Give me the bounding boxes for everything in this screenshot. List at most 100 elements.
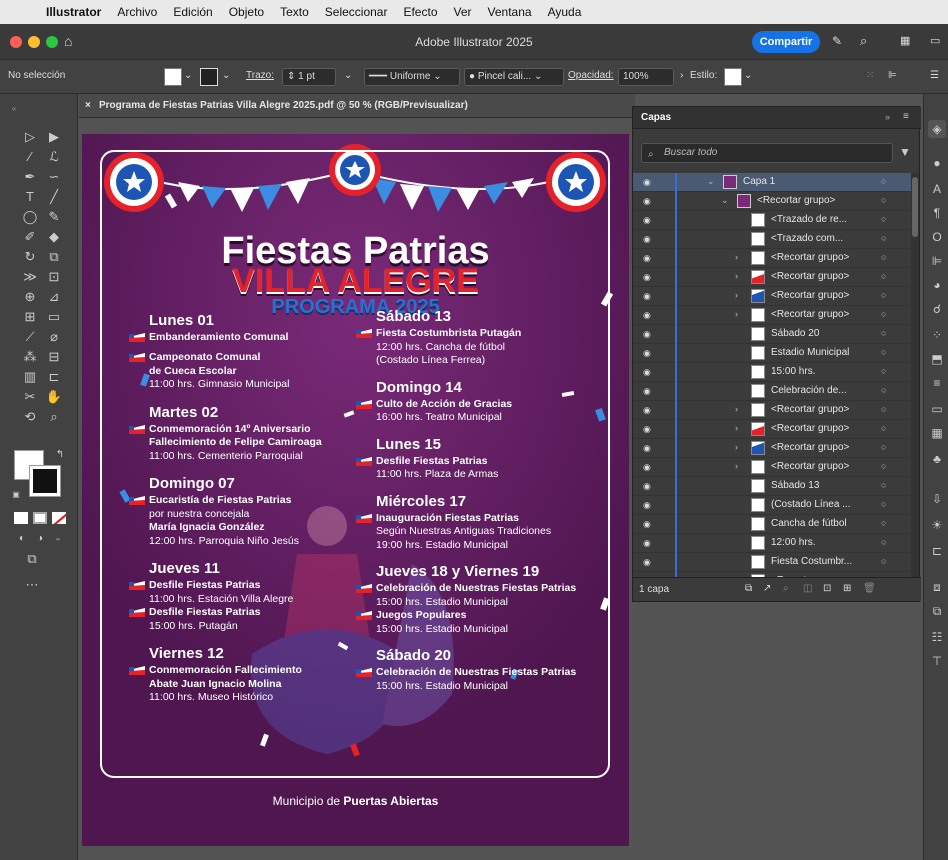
search-icon[interactable]: ⌕ bbox=[860, 33, 867, 49]
artboard-tool-icon[interactable]: ⊏ bbox=[44, 368, 64, 386]
layer-row[interactable]: ◉ › <Recortar grupo> ○ bbox=[633, 458, 911, 477]
width-tool-icon[interactable]: ≫ bbox=[20, 268, 40, 286]
pen-tool-icon[interactable]: ✒ bbox=[20, 168, 40, 186]
visibility-eye-icon[interactable]: ◉ bbox=[643, 367, 653, 377]
target-circle-icon[interactable]: ○ bbox=[881, 347, 886, 357]
target-circle-icon[interactable]: ○ bbox=[881, 404, 886, 414]
transform-icon[interactable]: ⧉ bbox=[928, 602, 946, 620]
opacity-arrow-icon[interactable]: › bbox=[680, 70, 683, 81]
stroke-color-box[interactable] bbox=[29, 465, 61, 497]
layer-row[interactable]: ◉ Fiesta Costumbr... ○ bbox=[633, 553, 911, 572]
target-circle-icon[interactable]: ○ bbox=[881, 309, 886, 319]
mesh-tool-icon[interactable]: ⊞ bbox=[20, 308, 40, 326]
panel-menu-icon[interactable]: ☰ bbox=[930, 70, 939, 81]
selection-tool-icon[interactable]: ▷ bbox=[20, 128, 40, 146]
line-tool-icon[interactable]: ╱ bbox=[44, 188, 64, 206]
none-mode-icon[interactable] bbox=[52, 512, 66, 524]
visibility-eye-icon[interactable]: ◉ bbox=[643, 348, 653, 358]
visibility-eye-icon[interactable]: ◉ bbox=[643, 462, 653, 472]
target-circle-icon[interactable]: ○ bbox=[881, 252, 886, 262]
color-panel-icon[interactable]: ◕ bbox=[928, 276, 946, 294]
default-colors-icon[interactable]: ▣ bbox=[6, 486, 26, 504]
align-panel-icon[interactable]: ⊫ bbox=[928, 252, 946, 270]
target-circle-icon[interactable]: ○ bbox=[881, 290, 886, 300]
style-chevron-icon[interactable]: ⌄ bbox=[744, 70, 752, 81]
graphic-styles-icon[interactable]: ⇩ bbox=[928, 490, 946, 508]
layer-row[interactable]: ◉ <Trazado de re... ○ bbox=[633, 211, 911, 230]
opacity-label[interactable]: Opacidad: bbox=[568, 70, 614, 81]
slice-tool-icon[interactable]: ⊟ bbox=[44, 348, 64, 366]
chevron-right-icon[interactable]: › bbox=[735, 252, 738, 262]
layer-row[interactable]: ◉ Sábado 13 ○ bbox=[633, 477, 911, 496]
color-guide-icon[interactable]: ☌ bbox=[928, 300, 946, 318]
hand-tool-icon[interactable]: ✋ bbox=[44, 388, 64, 406]
new-layer-icon[interactable]: ⊞ bbox=[843, 583, 851, 594]
opentype-icon[interactable]: O bbox=[928, 228, 946, 246]
fill-chevron-icon[interactable]: ⌄ bbox=[184, 70, 192, 81]
rotate-view-tool-icon[interactable]: ⟲ bbox=[20, 408, 40, 426]
draw-inside-icon[interactable]: ◒ bbox=[48, 530, 68, 548]
stroke-weight-chevron-icon[interactable]: ⌄ bbox=[344, 70, 352, 81]
grid-icon[interactable]: ⁙ bbox=[866, 70, 874, 81]
swatches-icon[interactable]: ⁘ bbox=[928, 326, 946, 344]
blend-tool-icon[interactable]: ⌀ bbox=[44, 328, 64, 346]
new-sublayer-icon[interactable]: ⊡ bbox=[823, 583, 831, 594]
draw-normal-icon[interactable]: ◐ bbox=[12, 530, 32, 548]
gradient-panel-icon[interactable]: ▭ bbox=[928, 400, 946, 418]
properties-icon[interactable]: ☷ bbox=[928, 628, 946, 646]
menu-item-seleccionar[interactable]: Seleccionar bbox=[317, 5, 396, 19]
collapse-panel-icon[interactable]: » bbox=[885, 112, 890, 122]
layer-row[interactable]: ◉ › <Recortar grupo> ○ bbox=[633, 249, 911, 268]
edit-toolbar-icon[interactable]: ⋯ bbox=[22, 576, 42, 594]
visibility-eye-icon[interactable]: ◉ bbox=[643, 481, 653, 491]
collect-export-icon[interactable]: ⧉ bbox=[745, 583, 752, 594]
visibility-eye-icon[interactable]: ◉ bbox=[643, 386, 653, 396]
chevron-right-icon[interactable]: › bbox=[735, 461, 738, 471]
visibility-eye-icon[interactable]: ◉ bbox=[643, 196, 653, 206]
visibility-eye-icon[interactable]: ◉ bbox=[643, 538, 653, 548]
layer-row[interactable]: ◉ Sábado 20 ○ bbox=[633, 325, 911, 344]
target-circle-icon[interactable]: ○ bbox=[881, 518, 886, 528]
visibility-eye-icon[interactable]: ◉ bbox=[643, 424, 653, 434]
target-circle-icon[interactable]: ○ bbox=[881, 328, 886, 338]
artboards-icon[interactable]: ⧈ bbox=[928, 578, 946, 596]
layer-row[interactable]: ◉ Estadio Municipal ○ bbox=[633, 344, 911, 363]
color-mode-icon[interactable] bbox=[14, 512, 28, 524]
zoom-tool-icon[interactable]: ⌕ bbox=[44, 408, 64, 426]
visibility-eye-icon[interactable]: ◉ bbox=[643, 310, 653, 320]
draw-behind-icon[interactable]: ◑ bbox=[30, 530, 50, 548]
layer-row[interactable]: ◉ › <Recortar grupo> ○ bbox=[633, 287, 911, 306]
visibility-eye-icon[interactable]: ◉ bbox=[643, 443, 653, 453]
menu-item-ventana[interactable]: Ventana bbox=[480, 5, 540, 19]
character-icon[interactable]: A bbox=[928, 180, 946, 198]
share-button[interactable]: Compartir bbox=[752, 31, 820, 53]
collapse-icon[interactable]: « bbox=[4, 100, 24, 118]
stroke-panel-icon[interactable]: ≡ bbox=[928, 374, 946, 392]
layer-row[interactable]: ◉ › <Recortar grupo> ○ bbox=[633, 439, 911, 458]
free-transform-tool-icon[interactable]: ⊡ bbox=[44, 268, 64, 286]
scissors-tool-icon[interactable]: ✂ bbox=[20, 388, 40, 406]
chevron-right-icon[interactable]: › bbox=[735, 290, 738, 300]
align-icon[interactable]: ⊫ bbox=[888, 70, 897, 81]
tab-layers[interactable]: Capas bbox=[641, 112, 671, 123]
target-circle-icon[interactable]: ○ bbox=[881, 556, 886, 566]
links-icon[interactable]: ⊏ bbox=[928, 542, 946, 560]
target-circle-icon[interactable]: ○ bbox=[881, 423, 886, 433]
menu-item-illustrator[interactable]: Illustrator bbox=[38, 5, 109, 19]
chevron-right-icon[interactable]: › bbox=[735, 423, 738, 433]
layer-row[interactable]: ◉ › <Recortar grupo> ○ bbox=[633, 306, 911, 325]
layer-row[interactable]: ◉ Celebración de... ○ bbox=[633, 382, 911, 401]
ellipse-tool-icon[interactable]: ◯ bbox=[20, 208, 40, 226]
layer-row[interactable]: ◉ 12:00 hrs. ○ bbox=[633, 534, 911, 553]
workspace-icon[interactable]: ▦ bbox=[900, 34, 910, 47]
visibility-eye-icon[interactable]: ◉ bbox=[643, 291, 653, 301]
shaper-tool-icon[interactable]: ✐ bbox=[20, 228, 40, 246]
style-swatch[interactable] bbox=[724, 68, 742, 86]
trash-icon[interactable]: 🗑 bbox=[863, 583, 876, 594]
variable-width-profile-dropdown[interactable]: ━━━ Uniforme ⌄ bbox=[364, 68, 460, 86]
perspective-grid-tool-icon[interactable]: ⊿ bbox=[44, 288, 64, 306]
chevron-right-icon[interactable]: › bbox=[735, 309, 738, 319]
menu-item-ayuda[interactable]: Ayuda bbox=[540, 5, 590, 19]
shape-builder-tool-icon[interactable]: ⊕ bbox=[20, 288, 40, 306]
symbols-icon[interactable]: ♣ bbox=[928, 450, 946, 468]
